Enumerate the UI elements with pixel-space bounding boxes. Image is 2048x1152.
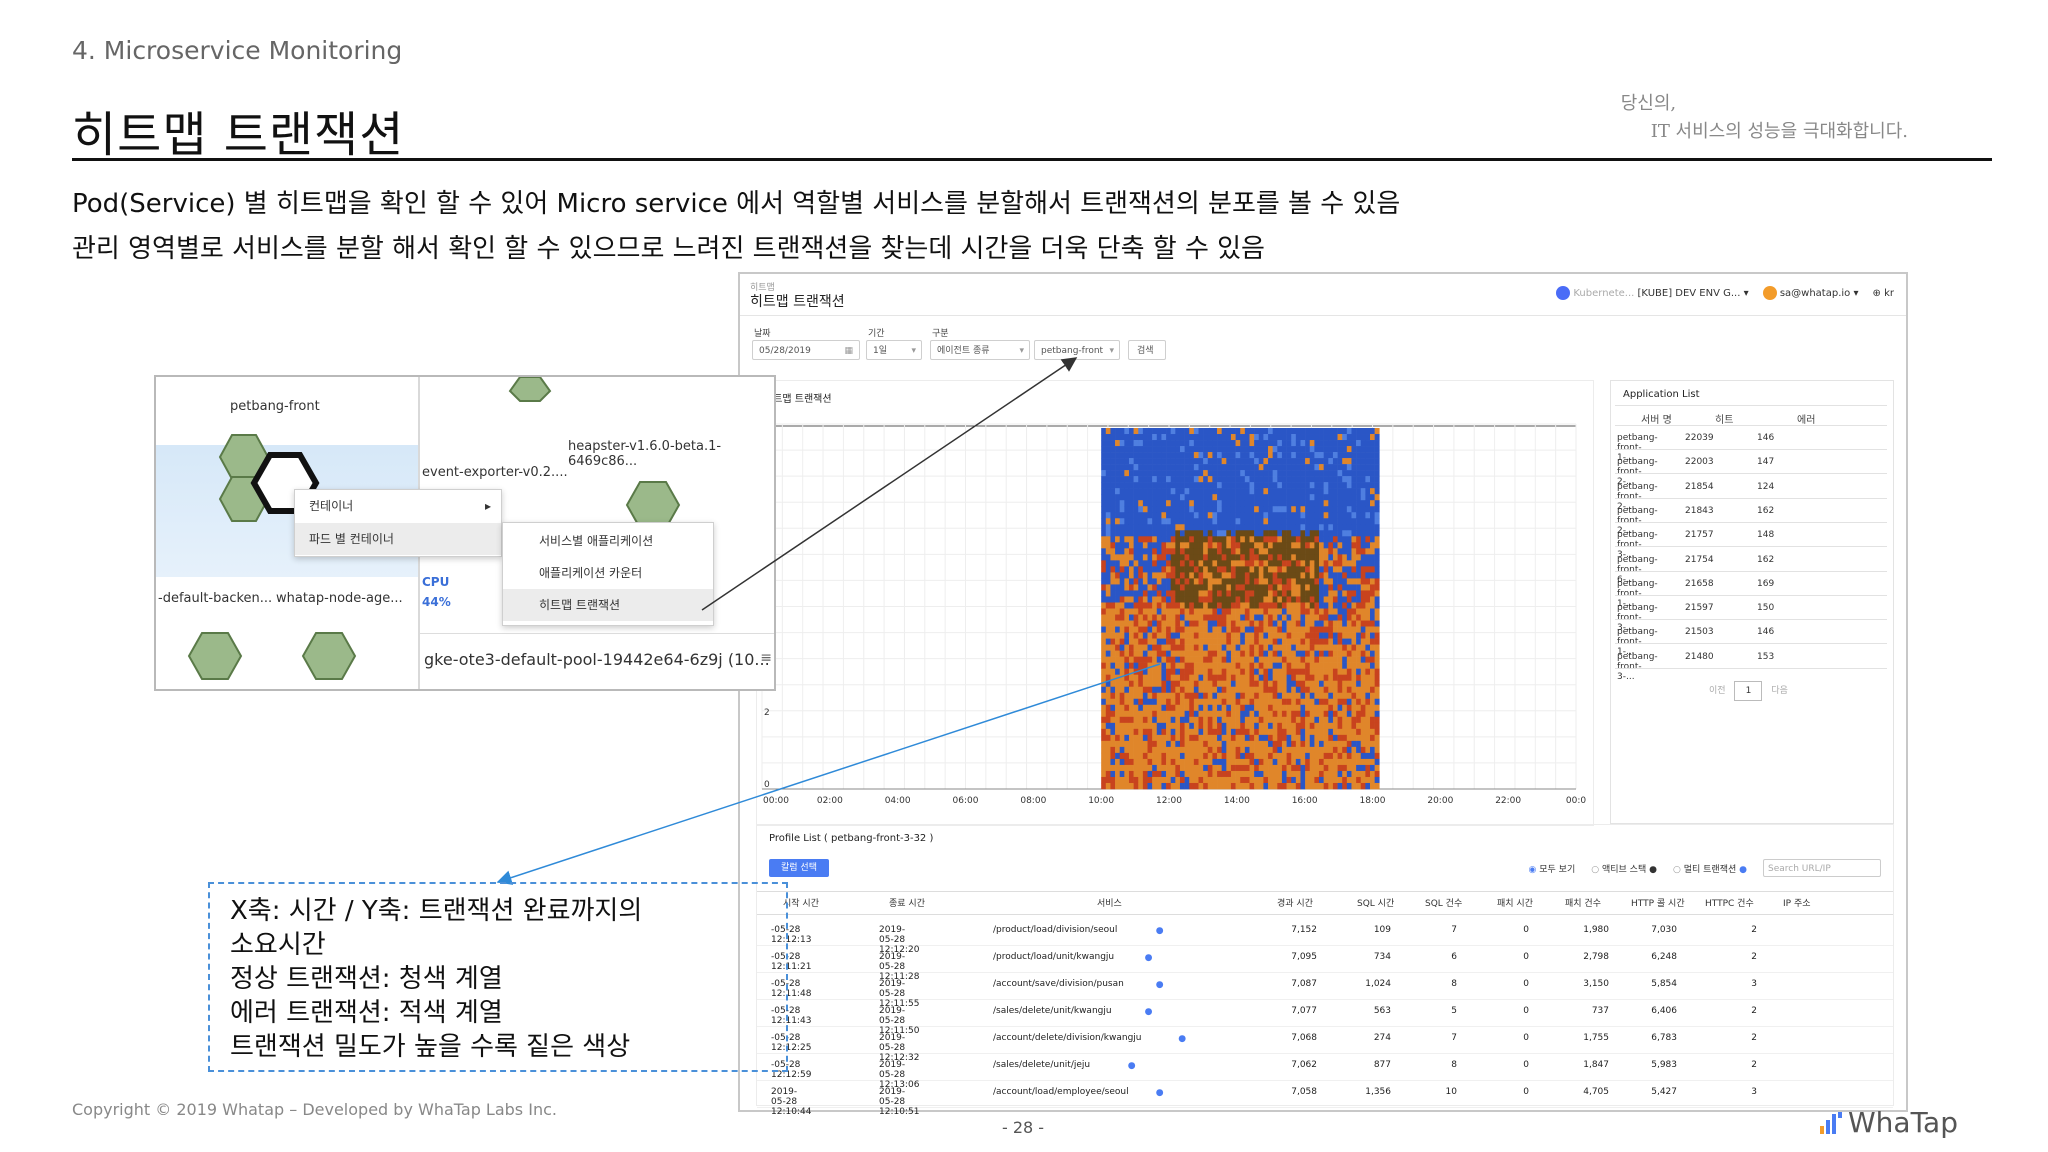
annotation-box: X축: 시간 / Y축: 트랜잭션 완료까지의 소요시간 정상 트랜잭션: 청색… — [208, 882, 788, 1072]
annotation-line3: 정상 트랜잭션: 청색 계열 — [230, 964, 503, 994]
annotation-line4: 에러 트랜잭션: 적색 계열 — [230, 998, 503, 1028]
bar-chart-icon — [1820, 1111, 1842, 1134]
page-number: - 28 - — [1002, 1118, 1045, 1137]
logo-text: WhaTap — [1848, 1106, 1958, 1139]
arrow-to-agent-select — [701, 357, 1078, 611]
copyright: Copyright © 2019 Whatap – Developed by W… — [72, 1100, 557, 1119]
annotation-line1: X축: 시간 / Y축: 트랜잭션 완료까지의 — [230, 896, 643, 926]
annotation-line5: 트랜잭션 밀도가 높을 수록 짙은 색상 — [230, 1032, 631, 1062]
arrow-to-annotation — [496, 663, 1161, 885]
annotation-line2: 소요시간 — [230, 930, 326, 960]
whatap-logo: WhaTap — [1820, 1106, 1958, 1139]
